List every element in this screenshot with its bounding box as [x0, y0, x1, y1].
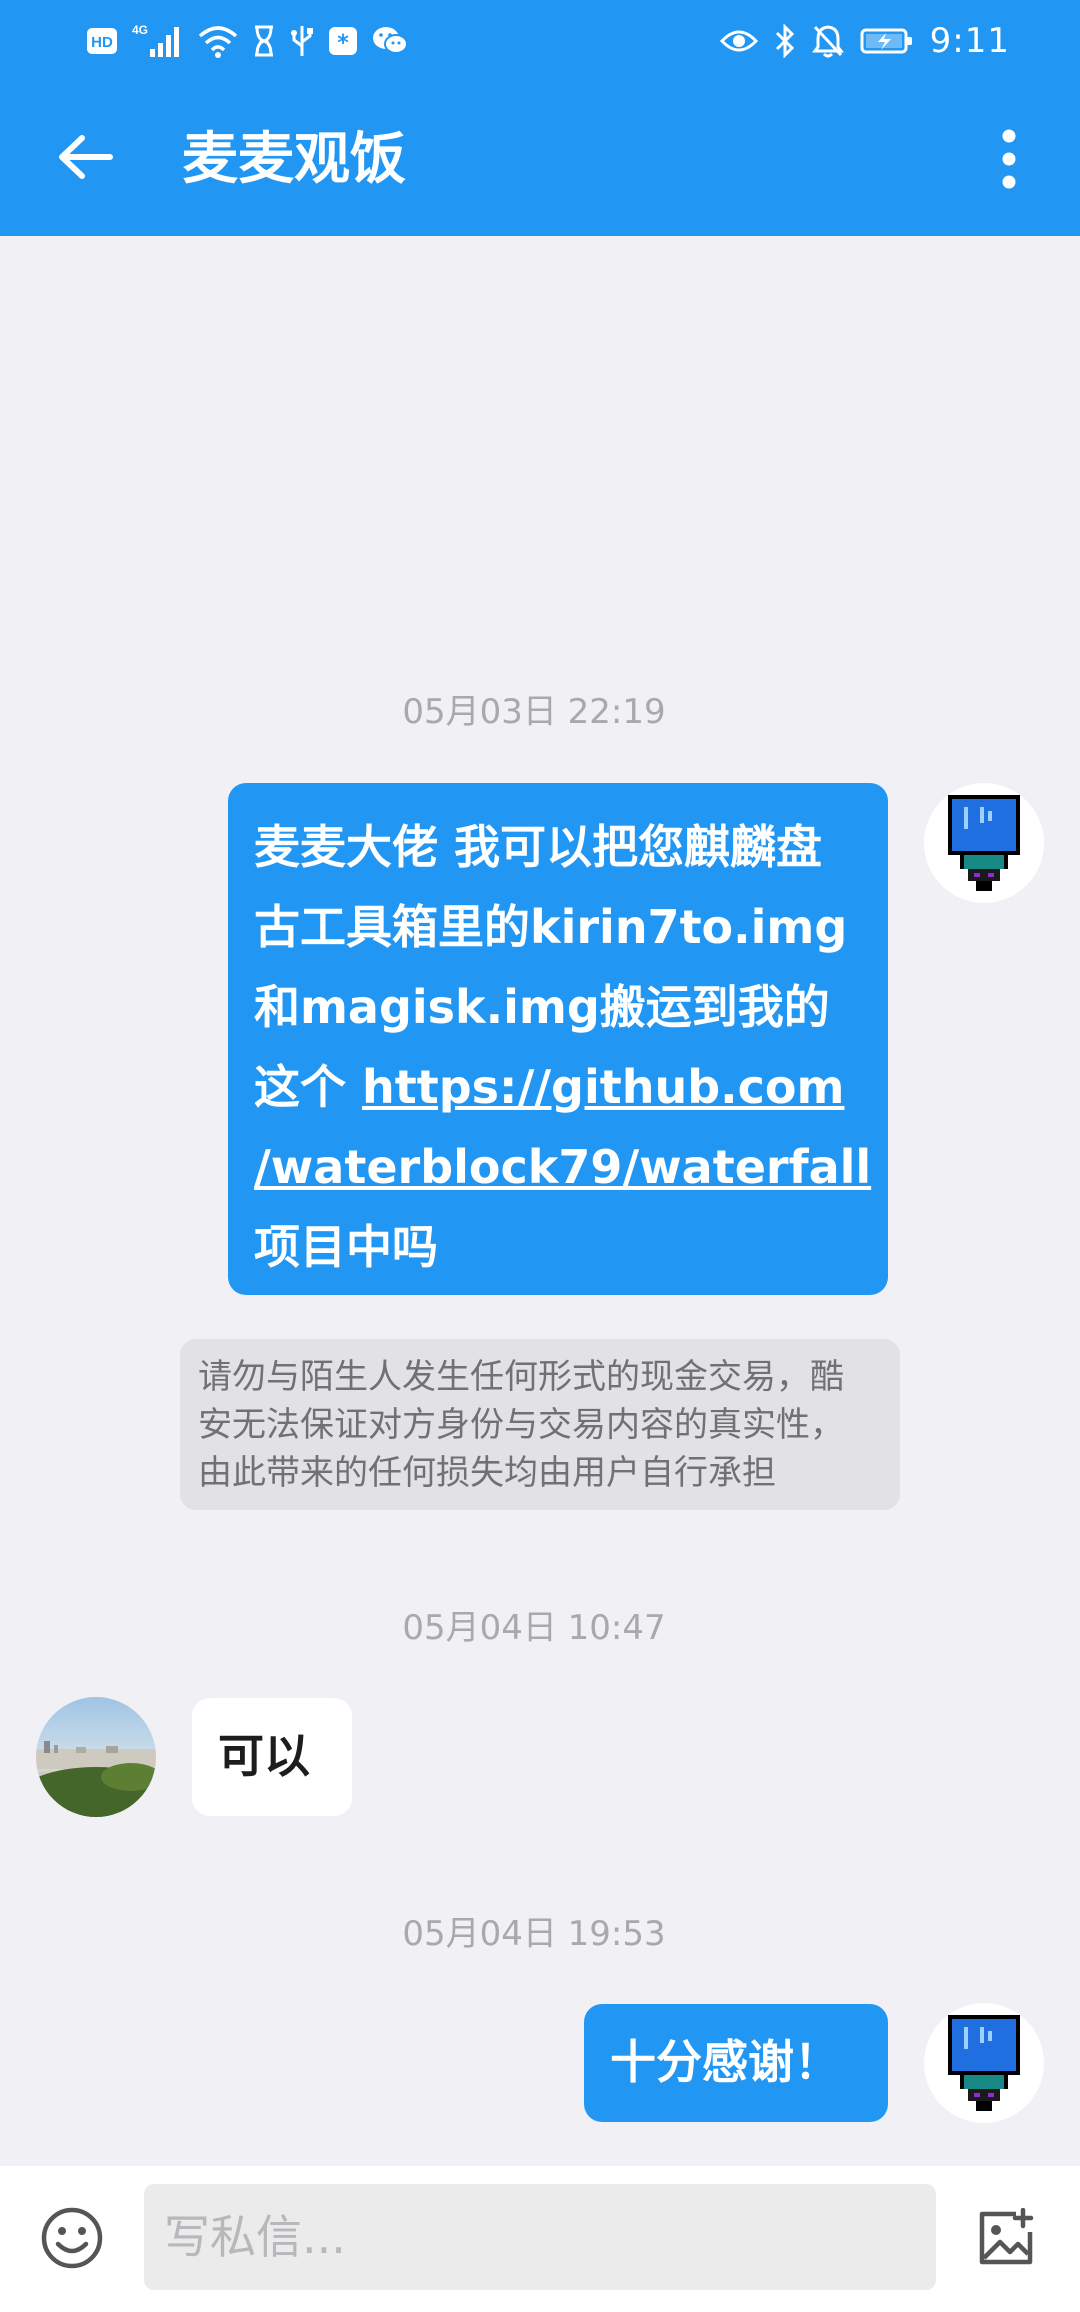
message-line: 古工具箱里的kirin7to.img: [254, 900, 848, 954]
message-text: 这个: [254, 1060, 363, 1114]
pixel-avatar-icon: [948, 2015, 1020, 2111]
timestamp: 05月04日 19:53: [402, 1914, 666, 1954]
notice-line: 由此带来的任何损失均由用户自行承担: [198, 1453, 776, 1493]
timestamp: 05月04日 10:47: [402, 1608, 666, 1648]
top-bar: HD 4G * 9:11 麦麦观饭: [0, 0, 1080, 236]
message-line: 和magisk.img搬运到我的: [254, 980, 830, 1034]
message-input-bar: [0, 2166, 1080, 2312]
add-image-icon[interactable]: [976, 2208, 1036, 2268]
mute-bell-icon: [811, 25, 844, 58]
eye-icon: [719, 30, 758, 52]
message-line: 这个 https://github.com: [254, 1047, 858, 1127]
wifi-icon: [198, 26, 238, 58]
signal-icon: 4G: [132, 23, 179, 57]
message-line: 项目中吗: [254, 1220, 438, 1274]
conversation-title: 麦麦观饭: [182, 127, 406, 192]
message-bubble-self[interactable]: 十分感谢！: [584, 2004, 888, 2122]
status-bar: HD 4G * 9:11: [0, 0, 1080, 80]
wechat-icon: [373, 27, 408, 54]
svg-text:*: *: [337, 31, 349, 56]
hourglass-icon: [255, 25, 273, 57]
arrow-left-icon[interactable]: [52, 124, 118, 190]
timestamp: 05月03日 22:19: [402, 692, 666, 732]
notice-line: 请勿与陌生人发生任何形式的现金交易，酷: [198, 1357, 844, 1397]
message-text: 十分感谢！: [610, 2035, 840, 2089]
message-bubble-other[interactable]: 可以: [192, 1698, 352, 1816]
message-input[interactable]: [144, 2184, 936, 2290]
avatar-self[interactable]: [924, 783, 1044, 903]
pixel-avatar-icon: [948, 795, 1020, 891]
message-text: 可以: [218, 1729, 310, 1783]
message-line: 麦麦大佬 我可以把您麒麟盘: [254, 820, 823, 874]
landscape-photo-avatar: [36, 1741, 156, 1817]
svg-text:HD: HD: [91, 34, 113, 51]
avatar-self[interactable]: [924, 2003, 1044, 2123]
avatar-other[interactable]: [36, 1697, 156, 1817]
safety-notice: 请勿与陌生人发生任何形式的现金交易，酷 安无法保证对方身份与交易内容的真实性， …: [180, 1339, 900, 1510]
emoji-icon[interactable]: [40, 2206, 104, 2270]
bluetooth-icon: [775, 24, 794, 58]
message-link[interactable]: https://github.com: [362, 1060, 844, 1114]
status-bar-right: 9:11: [719, 18, 1010, 64]
notice-line: 安无法保证对方身份与交易内容的真实性，: [198, 1405, 844, 1445]
svg-text:4G: 4G: [132, 23, 148, 37]
more-vertical-icon[interactable]: [984, 124, 1034, 194]
status-time: 9:11: [929, 21, 1010, 61]
hd-icon: HD: [87, 28, 117, 54]
battery-charging-icon: [860, 28, 912, 54]
usb-icon: [291, 26, 313, 56]
app-notification-icon: *: [329, 27, 357, 56]
message-link[interactable]: /waterblock79/waterfall: [254, 1127, 871, 1207]
message-bubble-self[interactable]: 麦麦大佬 我可以把您麒麟盘 古工具箱里的kirin7to.img 和magisk…: [228, 783, 888, 1295]
status-bar-left: HD 4G *: [86, 18, 408, 64]
app-bar: 麦麦观饭: [0, 80, 1080, 236]
